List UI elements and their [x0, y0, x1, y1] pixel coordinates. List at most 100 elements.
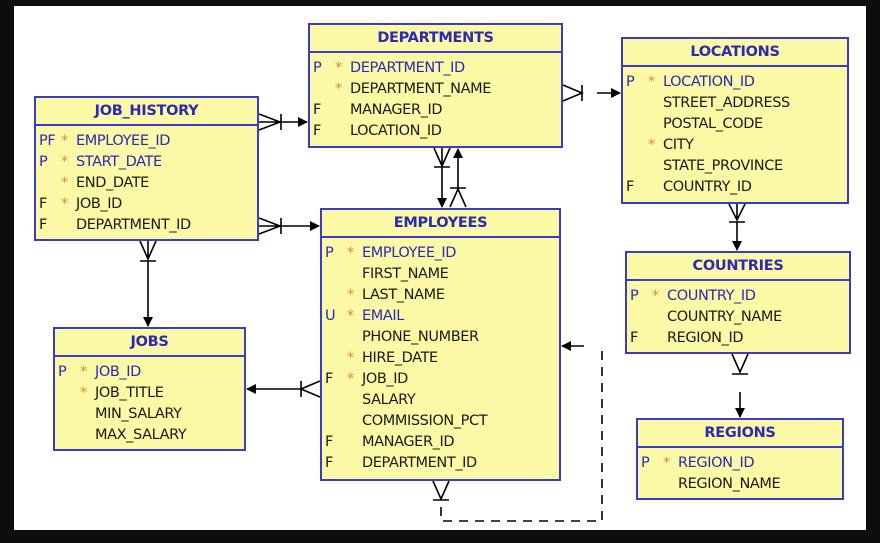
key-marker: F — [630, 330, 638, 346]
column-name: HIRE_DATE — [362, 350, 438, 366]
key-marker: F — [626, 179, 634, 195]
column-name: FIRST_NAME — [362, 266, 449, 282]
column-name: MIN_SALARY — [95, 406, 182, 422]
column-row: P * DEPARTMENT_ID — [310, 58, 561, 79]
relationship-jobhistory-employees — [258, 217, 320, 235]
column-row: P * EMPLOYEE_ID — [322, 243, 559, 264]
column-row: COUNTRY_NAME — [627, 307, 849, 328]
column-name: JOB_TITLE — [95, 385, 164, 401]
key-marker: P — [630, 288, 639, 304]
required-asterisk-icon: * — [347, 287, 354, 303]
column-row: P * START_DATE — [36, 152, 257, 173]
key-marker: P — [313, 60, 322, 76]
required-asterisk-icon: * — [335, 60, 342, 76]
column-row: P * LOCATION_ID — [623, 72, 847, 93]
relationship-jobhistory-departments — [258, 113, 308, 131]
column-name: LOCATION_ID — [350, 123, 442, 139]
key-marker: F — [325, 455, 333, 471]
entity-title: LOCATIONS — [623, 39, 847, 67]
required-asterisk-icon: * — [648, 74, 655, 90]
column-row: F DEPARTMENT_ID — [36, 215, 257, 236]
column-row: F MANAGER_ID — [310, 100, 561, 121]
entity-locations[interactable]: LOCATIONS P * LOCATION_ID STREET_ADDRESS POST… — [621, 37, 849, 204]
column-name: JOB_ID — [362, 371, 408, 387]
required-asterisk-icon: * — [652, 288, 659, 304]
entity-title: REGIONS — [638, 420, 842, 448]
entity-countries[interactable]: COUNTRIES P * COUNTRY_ID COUNTRY_NAME F REGION… — [625, 251, 851, 354]
key-marker: P — [39, 154, 48, 170]
required-asterisk-icon: * — [347, 371, 354, 387]
column-row: F * JOB_ID — [322, 369, 559, 390]
key-marker: F — [313, 102, 321, 118]
key-marker: P — [626, 74, 635, 90]
required-asterisk-icon: * — [347, 245, 354, 261]
column-name: REGION_NAME — [678, 476, 781, 492]
entity-employees[interactable]: EMPLOYEES P * EMPLOYEE_ID FIRST_NAME * LAST_NA… — [320, 208, 561, 481]
required-asterisk-icon: * — [663, 455, 670, 471]
relationship-employees-jobs — [246, 380, 321, 398]
column-row: * END_DATE — [36, 173, 257, 194]
column-row: FIRST_NAME — [322, 264, 559, 285]
column-row: F LOCATION_ID — [310, 121, 561, 142]
required-asterisk-icon: * — [648, 137, 655, 153]
key-marker: U — [325, 308, 336, 324]
column-name: STATE_PROVINCE — [663, 158, 783, 174]
key-marker: F — [313, 123, 321, 139]
required-asterisk-icon: * — [80, 385, 87, 401]
key-marker: F — [325, 434, 333, 450]
column-name: STREET_ADDRESS — [663, 95, 790, 111]
column-row: MAX_SALARY — [55, 425, 244, 446]
column-row: MIN_SALARY — [55, 404, 244, 425]
column-row: * JOB_TITLE — [55, 383, 244, 404]
column-name: MANAGER_ID — [362, 434, 455, 450]
required-asterisk-icon: * — [80, 364, 87, 380]
column-name: LAST_NAME — [362, 287, 445, 303]
relationship-jobhistory-jobs — [139, 240, 157, 327]
column-name: REGION_ID — [678, 455, 755, 471]
required-asterisk-icon: * — [347, 308, 354, 324]
column-row: STATE_PROVINCE — [623, 156, 847, 177]
relationship-departments-employees — [433, 147, 467, 208]
column-name: DEPARTMENT_NAME — [350, 81, 492, 97]
column-row: * LAST_NAME — [322, 285, 559, 306]
column-row: * CITY — [623, 135, 847, 156]
column-row: SALARY — [322, 390, 559, 411]
column-name: DEPARTMENT_ID — [362, 455, 477, 471]
key-marker: P — [641, 455, 650, 471]
key-marker: F — [39, 217, 47, 233]
column-name: DEPARTMENT_ID — [76, 217, 191, 233]
relationship-locations-countries — [728, 203, 746, 251]
column-name: POSTAL_CODE — [663, 116, 763, 132]
column-row: COMMISSION_PCT — [322, 411, 559, 432]
entity-regions[interactable]: REGIONS P * REGION_ID REGION_NAME — [636, 418, 844, 500]
required-asterisk-icon: * — [335, 81, 342, 97]
column-name: PHONE_NUMBER — [362, 329, 479, 345]
column-name: EMPLOYEE_ID — [362, 245, 457, 261]
column-name: MANAGER_ID — [350, 102, 443, 118]
column-name: COMMISSION_PCT — [362, 413, 488, 429]
column-row: P * REGION_ID — [638, 453, 842, 474]
key-marker: F — [39, 196, 47, 212]
key-marker: P — [58, 364, 67, 380]
entity-departments[interactable]: DEPARTMENTS P * DEPARTMENT_ID * DEPARTMENT_NA… — [308, 23, 563, 148]
entity-jobs[interactable]: JOBS P * JOB_ID * JOB_TITLE MIN_SALARY MAX_SALA… — [53, 327, 246, 451]
column-name: END_DATE — [76, 175, 149, 191]
column-name: JOB_ID — [76, 196, 122, 212]
entity-title: DEPARTMENTS — [310, 25, 561, 53]
column-row: * HIRE_DATE — [322, 348, 559, 369]
column-row: REGION_NAME — [638, 474, 842, 495]
column-row: F REGION_ID — [627, 328, 849, 349]
column-name: EMAIL — [362, 308, 404, 324]
column-row: PHONE_NUMBER — [322, 327, 559, 348]
column-name: SALARY — [362, 392, 416, 408]
column-row: POSTAL_CODE — [623, 114, 847, 135]
column-name: COUNTRY_NAME — [667, 309, 782, 325]
column-row: F COUNTRY_ID — [623, 177, 847, 198]
column-row: F * JOB_ID — [36, 194, 257, 215]
column-name: JOB_ID — [95, 364, 141, 380]
column-name: EMPLOYEE_ID — [76, 133, 171, 149]
column-name: CITY — [663, 137, 694, 153]
key-marker: P — [325, 245, 334, 261]
entity-job-history[interactable]: JOB_HISTORY PF * EMPLOYEE_ID P * START_DATE * EN… — [34, 96, 259, 241]
required-asterisk-icon: * — [347, 350, 354, 366]
